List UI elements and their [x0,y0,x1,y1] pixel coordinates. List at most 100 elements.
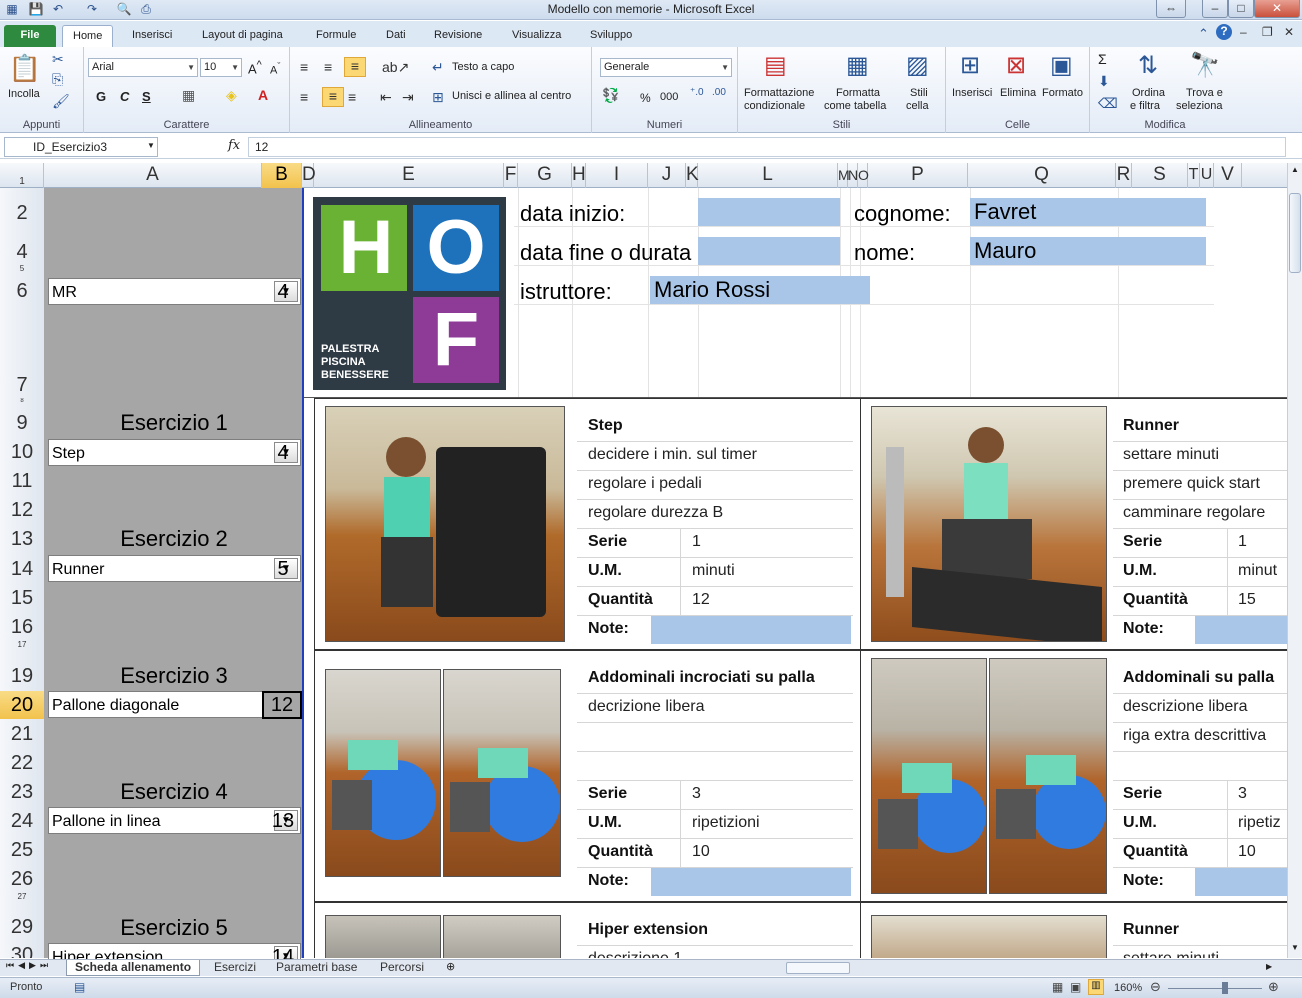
note-field[interactable] [651,868,851,896]
scroll-down-icon[interactable]: ▼ [1289,943,1301,955]
row-header[interactable]: 17 [0,640,44,648]
row-header[interactable]: 24 [0,810,44,833]
align-middle-icon[interactable]: ≡ [324,59,332,75]
column-header-H[interactable]: H [572,163,586,188]
row-header[interactable]: 23 [0,781,44,804]
row-header[interactable]: 10 [0,441,44,464]
cell-styles-icon[interactable]: ▨ [906,51,929,80]
dropdown-exercise-2[interactable]: Runner ▼ [48,555,301,582]
clear-icon[interactable]: ⌫ [1098,95,1118,112]
name-box-dropdown-icon[interactable]: ▼ [147,141,155,150]
paste-icon[interactable]: 📋 [8,53,42,83]
align-bottom-icon[interactable]: ≡ [344,57,366,77]
note-field[interactable] [1195,616,1290,644]
column-header-F[interactable]: F [504,163,518,188]
doc-restore-icon[interactable]: ❐ [1262,25,1273,39]
doc-minimize-icon[interactable]: – [1240,25,1247,39]
autosum-icon[interactable]: Σ [1098,51,1107,67]
name-box[interactable]: ID_Esercizio3 [4,137,158,157]
sheet-tab-active[interactable]: Scheda allenamento [66,960,201,976]
increase-decimal-icon[interactable]: ⁺.0 [690,87,704,98]
column-header-S[interactable]: S [1132,163,1188,188]
copy-icon[interactable]: ⎘ [52,71,63,88]
conditional-format-icon[interactable]: ▤ [764,51,787,80]
zoom-out-icon[interactable]: ⊖ [1150,979,1161,995]
align-left-icon[interactable]: ≡ [300,89,308,105]
row-header[interactable]: 7 [0,374,44,397]
dropdown-exercise-1[interactable]: Step ▼ [48,439,301,466]
tab-file[interactable]: File [4,25,56,47]
row-header[interactable]: 14 [0,558,44,581]
macro-record-icon[interactable]: ▤ [74,980,85,994]
column-header-V[interactable]: V [1214,163,1242,188]
tab-home[interactable]: Home [62,25,114,47]
formula-input[interactable]: 12 [248,137,1286,157]
normal-view-icon[interactable]: ▦ [1052,980,1063,994]
column-header-B[interactable]: B [262,163,302,188]
thousands-button[interactable]: 000 [660,91,678,103]
column-header-A[interactable]: A [44,163,262,188]
row-header[interactable]: 13 [0,528,44,551]
tab-page-layout[interactable]: Layout di pagina [192,25,293,47]
row-header[interactable]: 4 [0,241,44,264]
find-select-icon[interactable]: 🔭 [1190,51,1220,80]
row-header[interactable]: 30 [0,944,44,958]
row-header[interactable]: 27 [0,892,44,900]
doc-close-icon[interactable]: ✕ [1284,25,1294,39]
column-header-D[interactable]: D [302,163,316,188]
insert-cells-icon[interactable]: ⊞ [960,51,980,80]
row-header[interactable]: 6 [0,280,44,303]
column-header-G[interactable]: G [518,163,572,188]
cut-icon[interactable]: ✂ [52,51,64,68]
row-header[interactable]: 9 [0,412,44,435]
grow-font-icon[interactable]: A^ [248,59,262,76]
align-right-icon[interactable]: ≡ [348,89,356,105]
maximize-button[interactable]: □ [1228,0,1254,18]
format-painter-icon[interactable]: 🖌 [52,93,70,110]
column-header-Q[interactable]: Q [968,163,1116,188]
sheet-tab[interactable]: Parametri base [268,960,365,976]
ribbon-collapse-icon[interactable]: ⌃ [1198,26,1209,42]
column-header-P[interactable]: P [868,163,968,188]
format-cells-button[interactable]: Formato [1042,87,1083,99]
row-header[interactable]: 2 [0,202,44,225]
page-break-view-icon[interactable]: ▥ [1088,979,1104,995]
field-cognome[interactable]: Favret [970,198,1206,226]
sheet-nav-icons[interactable]: ⏮◀▶⏭ [6,960,52,971]
column-header-L[interactable]: L [698,163,838,188]
help-icon[interactable]: ? [1216,24,1232,40]
scroll-up-icon[interactable]: ▲ [1289,165,1301,177]
wrap-text-icon[interactable]: ↵ [432,59,444,76]
page-layout-view-icon[interactable]: ▣ [1070,980,1081,994]
column-header-N[interactable]: N [848,163,858,188]
column-header-R[interactable]: R [1116,163,1132,188]
row-header[interactable]: 16 [0,616,44,639]
row-header[interactable]: 1 [0,176,44,186]
row-header[interactable]: 8 [0,398,44,404]
note-field[interactable] [1195,868,1290,896]
delete-cells-icon[interactable]: ⊠ [1006,51,1026,80]
zoom-slider[interactable] [1168,988,1262,989]
zoom-in-icon[interactable]: ⊕ [1268,979,1279,995]
column-header-E[interactable]: E [314,163,504,188]
sheet-tab[interactable]: Percorsi [372,960,432,976]
minimize-button[interactable]: – [1202,0,1228,18]
borders-icon[interactable]: ▦ [182,87,195,104]
note-field[interactable] [651,616,851,644]
dropdown-id[interactable]: MR ▼ [48,278,301,305]
column-header-T[interactable]: T [1188,163,1200,188]
scroll-thumb[interactable] [1289,193,1301,273]
increase-indent-icon[interactable]: ⇥ [402,89,414,106]
format-cells-icon[interactable]: ▣ [1050,51,1073,80]
format-table-button[interactable]: Formatta [836,87,880,99]
format-table-icon[interactable]: ▦ [846,51,869,80]
row-header[interactable]: 5 [0,264,44,272]
vertical-scrollbar[interactable]: ▲ ▼ [1287,163,1302,958]
column-header-K[interactable]: K [686,163,699,188]
column-header-J[interactable]: J [648,163,686,188]
scroll-right-icon[interactable]: ▶ [1266,962,1272,971]
font-name-select[interactable]: Arial ▼ [88,58,198,77]
tab-review[interactable]: Revisione [424,25,492,47]
paste-button[interactable]: Incolla [8,88,40,100]
dropdown-exercise-4[interactable]: Pallone in linea ▼ [48,807,301,834]
